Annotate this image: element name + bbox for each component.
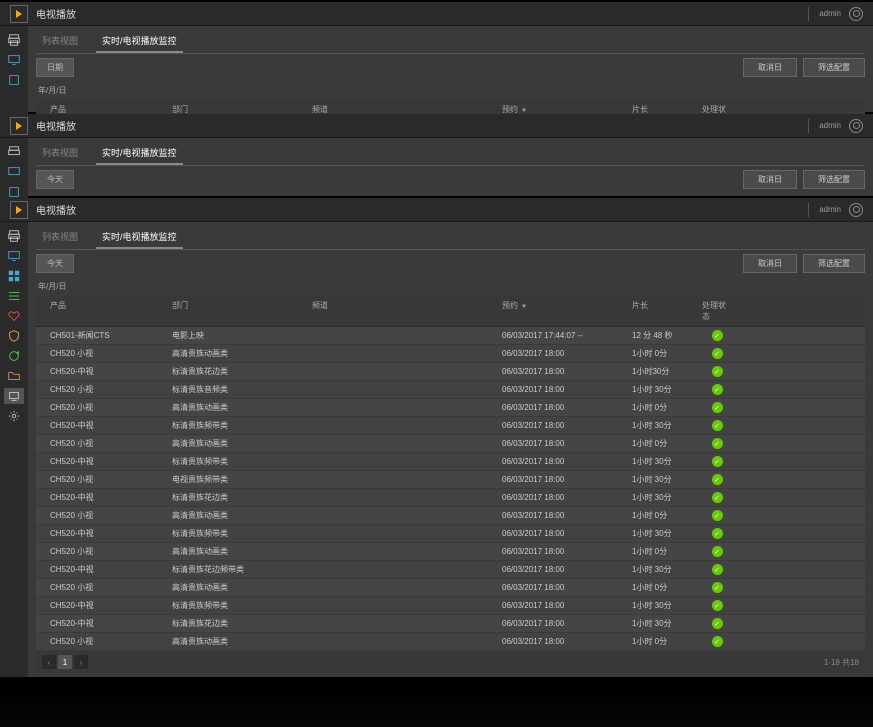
table-row[interactable]: CH520-中视 标清贵族花边频带类 06/03/2017 18:00 1小时 … bbox=[36, 561, 865, 579]
date-label: 年/月/日 bbox=[36, 81, 865, 100]
table-row[interactable]: CH520 小视 高清贵族动画类 06/03/2017 18:00 1小时 0分 bbox=[36, 579, 865, 597]
status-ok-icon bbox=[712, 636, 723, 647]
date-dropdown[interactable]: 今天 bbox=[36, 254, 74, 273]
status-ok-icon bbox=[712, 492, 723, 503]
reset-button[interactable]: 取消日 bbox=[743, 170, 797, 189]
table-row[interactable]: CH501-新闻CTS 电影上映 06/03/2017 17:44:07 -- … bbox=[36, 327, 865, 345]
reset-button[interactable]: 取消日 bbox=[743, 58, 797, 77]
user-label: admin bbox=[819, 121, 841, 130]
table-row[interactable]: CH520 小视 高清贵族动画类 06/03/2017 18:00 1小时 0分 bbox=[36, 435, 865, 453]
date-dropdown[interactable]: 今天 bbox=[36, 170, 74, 189]
filter-button[interactable]: 筛选配置 bbox=[803, 170, 865, 189]
col-date[interactable]: 预约▼ bbox=[502, 300, 632, 322]
table-row[interactable]: CH520-中视 标清贵族频带类 06/03/2017 18:00 1小时 30… bbox=[36, 453, 865, 471]
monitor-icon[interactable] bbox=[4, 164, 24, 180]
gear-icon[interactable] bbox=[4, 408, 24, 424]
app-logo bbox=[10, 5, 28, 23]
status-ok-icon bbox=[712, 546, 723, 557]
printer-icon[interactable] bbox=[4, 228, 24, 244]
screen-icon[interactable] bbox=[4, 72, 24, 88]
data-table: 产品 部门 频道 预约▼ 片长 处理状态 CH501-新闻CTS 电影上映 06… bbox=[36, 296, 865, 673]
user-icon[interactable] bbox=[849, 7, 863, 21]
tab-list[interactable]: 列表视图 bbox=[36, 142, 84, 165]
status-ok-icon bbox=[712, 438, 723, 449]
pagination: ‹ 1 › 1-18 共18 bbox=[36, 651, 865, 673]
date-label: 年/月/日 bbox=[36, 277, 865, 296]
status-ok-icon bbox=[712, 402, 723, 413]
table-row[interactable]: CH520-中视 标清贵族频带类 06/03/2017 18:00 1小时 30… bbox=[36, 417, 865, 435]
filter-button[interactable]: 筛选配置 bbox=[803, 254, 865, 273]
date-dropdown[interactable]: 日期 bbox=[36, 58, 74, 77]
table-row[interactable]: CH520-中视 标清贵族花边类 06/03/2017 18:00 1小时30分 bbox=[36, 363, 865, 381]
monitor-icon[interactable] bbox=[4, 52, 24, 68]
status-ok-icon bbox=[712, 348, 723, 359]
shield-icon[interactable] bbox=[4, 328, 24, 344]
status-ok-icon bbox=[712, 456, 723, 467]
tab-monitor[interactable]: 实时/电视播放监控 bbox=[96, 30, 183, 53]
list-icon[interactable] bbox=[4, 288, 24, 304]
status-ok-icon bbox=[712, 618, 723, 629]
table-row[interactable]: CH520-中视 标清贵族频带类 06/03/2017 18:00 1小时 30… bbox=[36, 597, 865, 615]
user-icon[interactable] bbox=[849, 203, 863, 217]
tab-list[interactable]: 列表视图 bbox=[36, 226, 84, 249]
refresh-icon[interactable] bbox=[4, 348, 24, 364]
window-header: 电视播放 admin bbox=[0, 114, 873, 138]
page-prev[interactable]: ‹ bbox=[42, 655, 56, 669]
status-ok-icon bbox=[712, 528, 723, 539]
user-label: admin bbox=[819, 205, 841, 214]
col-duration[interactable]: 片长 bbox=[632, 300, 702, 322]
table-row[interactable]: CH520 小视 高清贵族动画类 06/03/2017 18:00 1小时 0分 bbox=[36, 543, 865, 561]
status-ok-icon bbox=[712, 510, 723, 521]
col-status[interactable]: 处理状态 bbox=[702, 300, 732, 322]
sort-desc-icon: ▼ bbox=[521, 304, 527, 310]
tv-icon[interactable] bbox=[4, 388, 24, 404]
table-row[interactable]: CH520 小视 电视贵族频带类 06/03/2017 18:00 1小时 30… bbox=[36, 471, 865, 489]
printer-icon[interactable] bbox=[4, 32, 24, 48]
folder-icon[interactable] bbox=[4, 368, 24, 384]
table-row[interactable]: CH520-中视 标清贵族频带类 06/03/2017 18:00 1小时 30… bbox=[36, 525, 865, 543]
table-row[interactable]: CH520-中视 标清贵族花边类 06/03/2017 18:00 1小时 30… bbox=[36, 615, 865, 633]
table-row[interactable]: CH520 小视 高清贵族动画类 06/03/2017 18:00 1小时 0分 bbox=[36, 633, 865, 651]
status-ok-icon bbox=[712, 366, 723, 377]
page-next[interactable]: › bbox=[74, 655, 88, 669]
table-row[interactable]: CH520 小视 高清贵族动画类 06/03/2017 18:00 1小时 0分 bbox=[36, 507, 865, 525]
table-row[interactable]: CH520-中视 标清贵族花边类 06/03/2017 18:00 1小时 30… bbox=[36, 489, 865, 507]
col-channel[interactable]: 频道 bbox=[312, 300, 502, 322]
status-ok-icon bbox=[712, 564, 723, 575]
monitor-icon[interactable] bbox=[4, 248, 24, 264]
status-ok-icon bbox=[712, 420, 723, 431]
window-header: 电视播放 admin bbox=[0, 2, 873, 26]
status-ok-icon bbox=[712, 600, 723, 611]
app-logo bbox=[10, 201, 28, 219]
page-info: 1-18 共18 bbox=[824, 657, 859, 668]
status-ok-icon bbox=[712, 384, 723, 395]
status-ok-icon bbox=[712, 330, 723, 341]
status-ok-icon bbox=[712, 474, 723, 485]
app-title: 电视播放 bbox=[36, 118, 76, 133]
table-row[interactable]: CH520 小视 标清贵族音频类 06/03/2017 18:00 1小时 30… bbox=[36, 381, 865, 399]
sidebar bbox=[0, 222, 28, 677]
tab-monitor[interactable]: 实时/电视播放监控 bbox=[96, 142, 183, 165]
col-category[interactable]: 部门 bbox=[172, 300, 312, 322]
table-row[interactable]: CH520 小视 高清贵族动画类 06/03/2017 18:00 1小时 0分 bbox=[36, 399, 865, 417]
app-title: 电视播放 bbox=[36, 202, 76, 217]
window-header: 电视播放 admin bbox=[0, 198, 873, 222]
page-1[interactable]: 1 bbox=[58, 655, 72, 669]
printer-icon[interactable] bbox=[4, 144, 24, 160]
status-ok-icon bbox=[712, 582, 723, 593]
app-logo bbox=[10, 117, 28, 135]
grid-icon[interactable] bbox=[4, 268, 24, 284]
user-label: admin bbox=[819, 9, 841, 18]
tabs: 列表视图 实时/电视播放监控 bbox=[36, 30, 865, 54]
user-icon[interactable] bbox=[849, 119, 863, 133]
filter-button[interactable]: 筛选配置 bbox=[803, 58, 865, 77]
app-title: 电视播放 bbox=[36, 6, 76, 21]
tab-list[interactable]: 列表视图 bbox=[36, 30, 84, 53]
table-row[interactable]: CH520 小视 高清贵族动画类 06/03/2017 18:00 1小时 0分 bbox=[36, 345, 865, 363]
col-name[interactable]: 产品 bbox=[42, 300, 172, 322]
heart-icon[interactable] bbox=[4, 308, 24, 324]
reset-button[interactable]: 取消日 bbox=[743, 254, 797, 273]
tab-monitor[interactable]: 实时/电视播放监控 bbox=[96, 226, 183, 249]
